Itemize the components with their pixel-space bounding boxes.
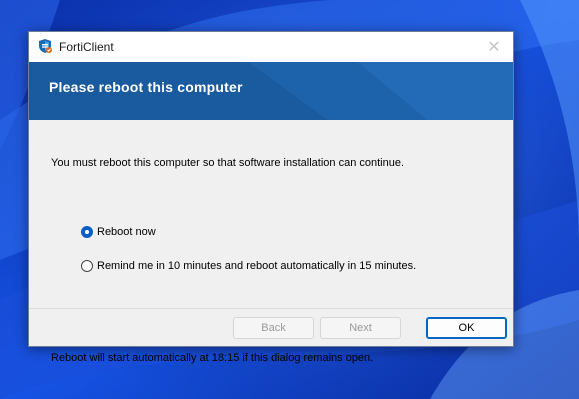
radio-remind-later[interactable]: Remind me in 10 minutes and reboot autom… <box>81 260 416 272</box>
radio-reboot-now[interactable]: Reboot now <box>81 226 156 238</box>
radio-label: Remind me in 10 minutes and reboot autom… <box>97 260 417 272</box>
auto-reboot-note: Reboot will start automatically at 18:15… <box>51 352 374 364</box>
reboot-dialog: FortiClient ✕ Please reboot this compute… <box>28 31 514 364</box>
window-title: FortiClient <box>59 40 114 54</box>
reboot-message: You must reboot this computer so that so… <box>51 157 405 169</box>
dialog-content: You must reboot this computer so that so… <box>29 120 513 364</box>
radio-label: Reboot now <box>97 226 156 238</box>
header-banner: Please reboot this computer <box>29 62 513 120</box>
back-button[interactable]: Back <box>233 317 314 339</box>
close-icon[interactable]: ✕ <box>481 34 507 60</box>
title-bar: FortiClient ✕ <box>29 32 513 62</box>
radio-button-selected[interactable] <box>81 226 93 238</box>
footer-divider <box>29 308 513 309</box>
radio-button[interactable] <box>81 260 93 272</box>
forticlient-shield-icon <box>39 39 52 53</box>
next-button[interactable]: Next <box>320 317 401 339</box>
ok-button[interactable]: OK <box>426 317 507 339</box>
banner-title: Please reboot this computer <box>49 79 243 95</box>
